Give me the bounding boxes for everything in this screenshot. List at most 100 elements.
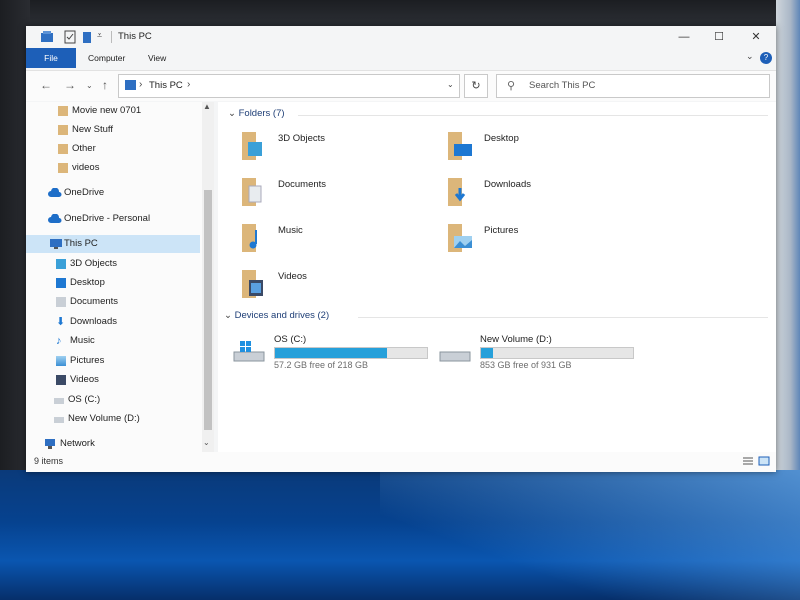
folder-music[interactable]: Music <box>240 222 440 266</box>
folder-pictures[interactable]: Pictures <box>446 222 646 266</box>
desktop-background-right <box>776 0 800 470</box>
new-folder-icon[interactable] <box>82 30 92 44</box>
tab-computer[interactable]: Computer <box>88 48 125 68</box>
sidebar-item-label: videos <box>72 162 100 173</box>
desktop-folder-icon <box>448 132 472 160</box>
address-dropdown-icon[interactable]: ⌄ <box>447 80 454 89</box>
search-input[interactable]: Search This PC <box>529 80 595 91</box>
drive-os-c[interactable]: OS (C:) 57.2 GB free of 218 GB <box>232 334 432 378</box>
sidebar-item-desktop[interactable]: Desktop <box>26 274 200 292</box>
sidebar-item-label: OS (C:) <box>68 394 101 405</box>
scrollbar-thumb[interactable] <box>204 190 212 430</box>
scroll-down-icon[interactable]: ⌄ <box>203 438 210 447</box>
sidebar-item-new-stuff[interactable]: New Stuff <box>26 121 200 139</box>
sidebar-scrollbar[interactable]: ▲ ⌄ <box>202 102 214 452</box>
cloud-icon <box>48 188 62 197</box>
sidebar-item-new-volume-d[interactable]: New Volume (D:) <box>26 410 200 428</box>
folder-desktop[interactable]: Desktop <box>446 130 646 174</box>
sidebar-item-documents[interactable]: Documents <box>26 293 200 311</box>
folder-label: 3D Objects <box>278 133 325 144</box>
details-view-icon[interactable] <box>742 456 754 466</box>
sidebar-item-label: Music <box>70 335 95 346</box>
sidebar-item-onedrive-personal[interactable]: OneDrive - Personal <box>26 210 200 228</box>
sidebar-item-label: Pictures <box>70 355 105 366</box>
sidebar-item-other[interactable]: Other <box>26 140 200 158</box>
customize-quick-access-icon[interactable]: ⩡ <box>97 30 102 44</box>
sidebar-item-videos-folder[interactable]: videos <box>26 159 200 177</box>
folder-downloads[interactable]: Downloads <box>446 176 646 220</box>
chevron-down-icon: ⌄ <box>228 108 239 119</box>
sidebar-item-music[interactable]: ♪ Music <box>26 332 200 350</box>
sidebar-item-videos[interactable]: Videos <box>26 371 200 389</box>
desktop-icon <box>56 278 66 288</box>
help-icon[interactable]: ? <box>760 52 772 64</box>
folder-icon <box>58 144 68 154</box>
drive-usage-bar <box>274 347 428 359</box>
sidebar-item-label: OneDrive <box>64 187 105 198</box>
group-divider <box>298 115 768 116</box>
sidebar-item-network[interactable]: Network <box>26 435 200 452</box>
drives-group-header[interactable]: ⌄ Devices and drives (2) <box>224 310 329 324</box>
sidebar-item-label: New Stuff <box>72 124 114 135</box>
refresh-button[interactable]: ↻ <box>464 74 488 98</box>
forward-icon[interactable]: → <box>64 78 76 92</box>
scroll-up-icon[interactable]: ▲ <box>203 102 211 111</box>
drive-new-volume-d[interactable]: New Volume (D:) 853 GB free of 931 GB <box>438 334 638 378</box>
sidebar-item-label: Movie new 0701 <box>72 105 142 116</box>
back-icon[interactable]: ← <box>40 78 52 92</box>
downloads-icon: ⬇ <box>56 316 66 328</box>
drive-icon <box>54 417 64 423</box>
music-icon: ♪ <box>56 335 62 347</box>
group-divider <box>358 317 768 318</box>
sidebar-item-pictures[interactable]: Pictures <box>26 352 200 370</box>
sidebar-item-label: This PC <box>64 238 98 249</box>
sidebar-item-os-c[interactable]: OS (C:) <box>26 391 200 409</box>
sidebar-item-3d-objects[interactable]: 3D Objects <box>26 255 200 273</box>
videos-folder-icon <box>242 270 263 298</box>
folder-label: Desktop <box>484 133 519 144</box>
item-count: 9 items <box>34 456 64 466</box>
sidebar-item-onedrive[interactable]: OneDrive <box>26 184 200 202</box>
content-pane: ⌄ Folders (7) 3D Objects Desktop Documen… <box>218 102 776 452</box>
chevron-right-icon[interactable]: › <box>187 79 190 90</box>
properties-icon[interactable] <box>64 30 76 44</box>
close-icon[interactable]: ✕ <box>744 29 768 45</box>
downloads-folder-icon <box>448 178 466 206</box>
sidebar-item-label: 3D Objects <box>70 258 117 269</box>
up-icon[interactable]: ↑ <box>102 78 108 92</box>
tab-file[interactable]: File <box>26 48 76 68</box>
sidebar-item-label: Network <box>60 438 95 449</box>
drive-free-space: 853 GB free of 931 GB <box>480 360 572 370</box>
chevron-right-icon[interactable]: › <box>139 79 142 90</box>
sidebar-item-downloads[interactable]: ⬇ Downloads <box>26 313 200 331</box>
folder-label: Videos <box>278 271 307 282</box>
drive-usage-fill <box>481 348 494 358</box>
cloud-icon <box>48 214 62 223</box>
sidebar-item-this-pc[interactable]: This PC <box>26 235 200 253</box>
large-icons-view-icon[interactable] <box>758 456 770 466</box>
pictures-icon <box>56 356 66 366</box>
drive-usage-fill <box>275 348 388 358</box>
folder-label: Music <box>278 225 303 236</box>
documents-folder-icon <box>242 178 262 206</box>
tab-view[interactable]: View <box>148 48 166 68</box>
drive-free-space: 57.2 GB free of 218 GB <box>274 360 369 370</box>
address-path[interactable]: This PC <box>149 80 183 91</box>
search-box[interactable]: ⚲ Search This PC <box>496 74 770 98</box>
folder-videos[interactable]: Videos <box>240 268 440 312</box>
explorer-app-icon <box>41 31 53 42</box>
folders-group-header[interactable]: ⌄ Folders (7) <box>228 108 285 122</box>
folder-3d-objects[interactable]: 3D Objects <box>240 130 440 174</box>
maximize-icon[interactable]: ☐ <box>707 29 731 45</box>
sidebar-item-movie-new-0701[interactable]: Movie new 0701 <box>26 102 200 120</box>
desktop-background-top <box>0 0 800 26</box>
recent-locations-icon[interactable]: ⌄ <box>86 81 93 90</box>
expand-ribbon-icon[interactable]: ⌄ <box>746 51 754 62</box>
minimize-icon[interactable]: — <box>672 29 696 45</box>
network-icon <box>45 439 55 449</box>
drive-name: OS (C:) <box>274 334 307 345</box>
folder-documents[interactable]: Documents <box>240 176 440 220</box>
3d-objects-folder-icon <box>242 132 262 160</box>
window-title: This PC <box>118 31 152 42</box>
address-bar[interactable]: › This PC › ⌄ <box>118 74 460 98</box>
